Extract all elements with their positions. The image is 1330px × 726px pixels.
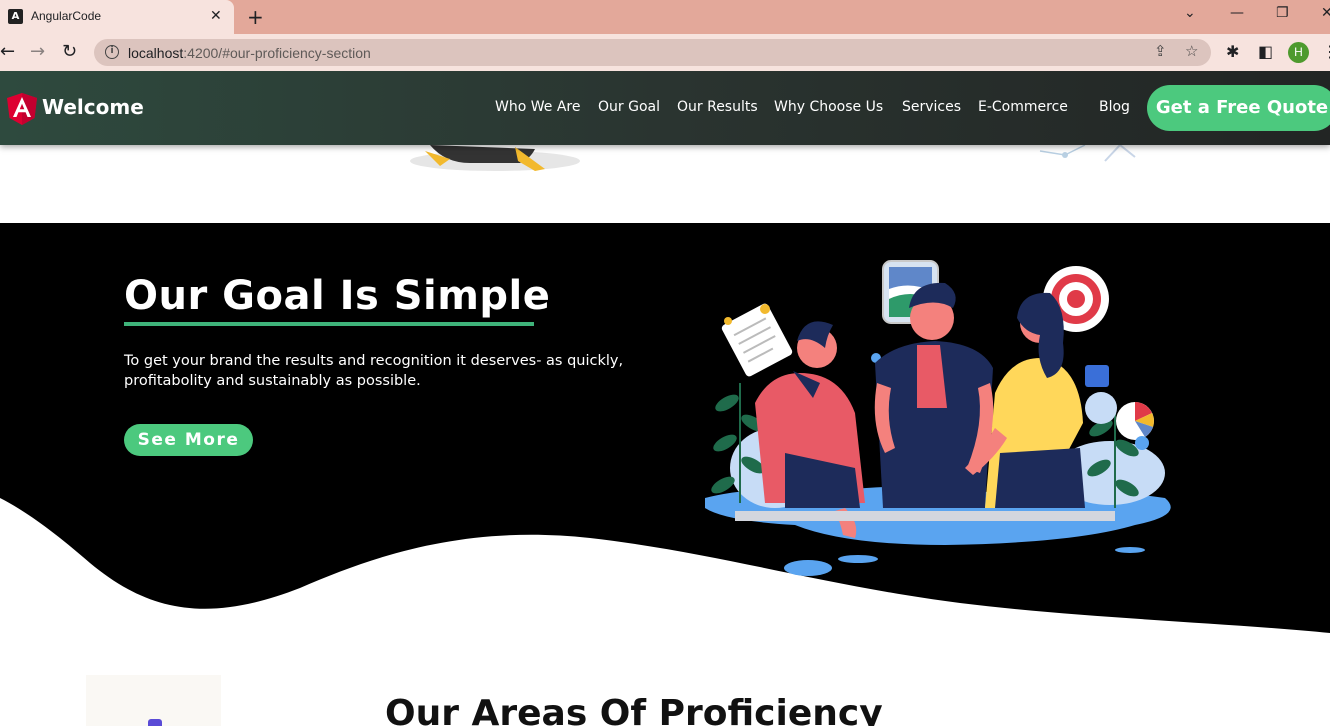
browser-tab[interactable]: A AngularCode ✕ [0, 0, 234, 34]
goal-title: Our Goal Is Simple [124, 273, 551, 319]
page-viewport: Our Goal Is Simple To get your brand the… [0, 71, 1330, 726]
nav-services[interactable]: Services [902, 99, 961, 115]
back-icon[interactable]: ← [0, 42, 15, 62]
nav-why-choose-us[interactable]: Why Choose Us [774, 99, 883, 115]
angular-logo-icon[interactable] [7, 93, 37, 125]
minimize-icon[interactable]: — [1230, 5, 1244, 21]
forward-icon[interactable]: → [30, 42, 45, 62]
kebab-menu-icon[interactable]: ⋮ [1322, 42, 1330, 61]
see-more-button[interactable]: See More [124, 424, 253, 456]
tab-title: AngularCode [31, 9, 102, 23]
reload-icon[interactable]: ↻ [62, 42, 77, 62]
nav-who-we-are[interactable]: Who We Are [495, 99, 580, 115]
site-navbar: Welcome Who We Are Our Goal Our Results … [0, 71, 1330, 145]
tab-strip: A AngularCode ✕ + ⌄ — ❐ ✕ [0, 0, 1330, 34]
new-tab-icon[interactable]: + [247, 5, 264, 29]
star-icon[interactable]: ☆ [1185, 42, 1198, 60]
goal-description: To get your brand the results and recogn… [124, 353, 624, 389]
share-icon[interactable]: ⇪ [1154, 42, 1167, 60]
team-illustration [705, 260, 1171, 576]
puzzle-icon[interactable]: ✱ [1226, 42, 1239, 61]
our-goal-section: Our Goal Is Simple To get your brand the… [0, 223, 1330, 643]
nav-our-goal[interactable]: Our Goal [598, 99, 660, 115]
address-bar: ← → ↻ i localhost:4200/#our-proficiency-… [0, 34, 1330, 71]
proficiency-card-icon [148, 719, 162, 726]
window-close-icon[interactable]: ✕ [1321, 5, 1330, 21]
tab-close-icon[interactable]: ✕ [210, 8, 222, 24]
proficiency-title: Our Areas Of Proficiency [385, 693, 883, 726]
restore-icon[interactable]: ❐ [1276, 5, 1289, 21]
brand-name[interactable]: Welcome [42, 95, 144, 119]
get-free-quote-button[interactable]: Get a Free Quote [1147, 85, 1330, 131]
nav-our-results[interactable]: Our Results [677, 99, 758, 115]
nav-e-commerce[interactable]: E-Commerce [978, 99, 1068, 115]
url-text[interactable]: localhost:4200/#our-proficiency-section [128, 45, 371, 61]
nav-blog[interactable]: Blog [1099, 99, 1130, 115]
side-panel-icon[interactable]: ◧ [1258, 42, 1273, 61]
angular-favicon-icon: A [8, 9, 23, 24]
info-icon[interactable]: i [105, 45, 119, 59]
tab-search-icon[interactable]: ⌄ [1184, 5, 1196, 21]
proficiency-card [86, 675, 221, 726]
goal-title-underline [124, 322, 534, 326]
profile-avatar[interactable]: H [1288, 42, 1309, 63]
url-field[interactable]: i localhost:4200/#our-proficiency-sectio… [94, 39, 1211, 66]
